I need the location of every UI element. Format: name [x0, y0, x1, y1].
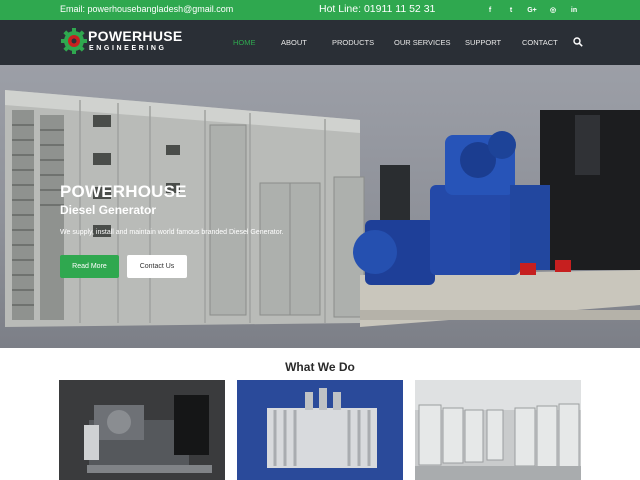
service-card-switchgear[interactable]	[415, 380, 581, 480]
section-title-what-we-do: What We Do	[285, 360, 355, 374]
search-icon[interactable]	[573, 37, 583, 47]
service-card-transformer[interactable]	[237, 380, 403, 480]
linkedin-icon[interactable]: in	[564, 0, 584, 20]
read-more-button[interactable]: Read More	[60, 255, 119, 278]
contact-email[interactable]: Email: powerhousebangladesh@gmail.com	[60, 4, 233, 14]
hotline-number[interactable]: Hot Line: 01911 11 52 31	[319, 3, 435, 15]
hero-description: We supply, install and maintain world fa…	[60, 229, 284, 236]
contact-us-button[interactable]: Contact Us	[127, 255, 187, 278]
nav-about[interactable]: ABOUT	[281, 20, 307, 65]
nav-products[interactable]: PRODUCTS	[332, 20, 374, 65]
transformer-image	[237, 380, 403, 480]
hero-subtitle: Diesel Generator	[60, 203, 157, 217]
nav-support[interactable]: SUPPORT	[465, 20, 501, 65]
hero-banner: POWERHOUSE Diesel Generator We supply, i…	[0, 65, 640, 348]
nav-contact[interactable]: CONTACT	[522, 20, 558, 65]
twitter-icon[interactable]: t	[501, 0, 521, 20]
social-links: f t G+ ◎ in	[480, 0, 585, 20]
main-navbar: POWERHUSE ENGINEERING HOME ABOUT PRODUCT…	[0, 20, 640, 65]
gear-logo-icon	[61, 28, 87, 54]
google-plus-icon[interactable]: G+	[522, 0, 542, 20]
logo-brand-text: POWERHUSE	[88, 28, 183, 44]
top-bar: Email: powerhousebangladesh@gmail.com Ho…	[0, 0, 640, 20]
site-logo[interactable]: POWERHUSE ENGINEERING	[60, 26, 182, 58]
facebook-icon[interactable]: f	[480, 0, 500, 20]
nav-home[interactable]: HOME	[233, 20, 256, 65]
nav-our-services[interactable]: OUR SERVICES	[394, 20, 451, 65]
logo-subtitle: ENGINEERING	[89, 45, 167, 52]
switchgear-panel-image	[415, 380, 581, 480]
hero-title: POWERHOUSE	[60, 182, 187, 201]
dribbble-icon[interactable]: ◎	[543, 0, 563, 20]
service-card-generator[interactable]	[59, 380, 225, 480]
generator-image	[59, 380, 225, 480]
